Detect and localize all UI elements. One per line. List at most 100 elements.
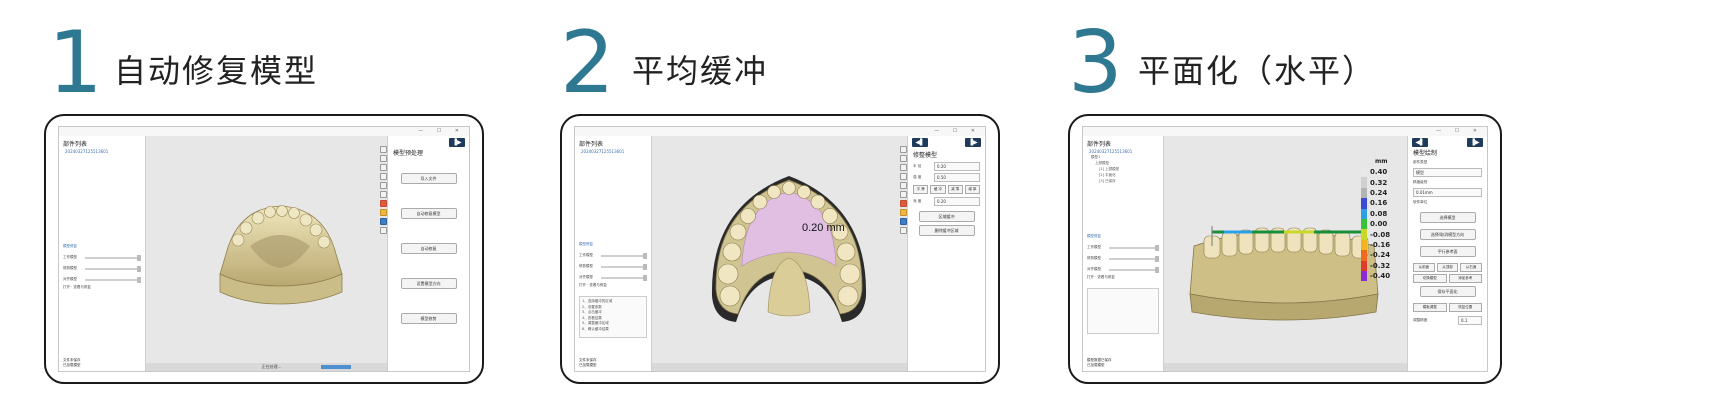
auto-repair-button[interactable]: 自动修复 [400,243,457,254]
restore-position-button[interactable]: 恢复位置 [1448,303,1482,312]
view-tool-icon[interactable] [899,164,907,171]
strength-row: 强 度 0.50 [908,172,985,183]
mode-thicken-button[interactable]: 增 厚 [964,185,980,194]
scale-swatch [1361,187,1367,199]
footer-line: 已加载模型 [63,363,81,367]
view-tool-icon[interactable] [379,155,387,162]
view-tool-icon[interactable] [379,173,387,180]
scale-entry: 0.40 [1361,167,1401,178]
parts-tree: 模型1 上颌模型 [1] 上颌模型 [2] 平面化 [3] 已保存 [1083,154,1163,184]
view-tool-icon[interactable] [899,155,907,162]
precision-select[interactable]: 0.01mm [1413,188,1482,197]
instruction-line: 6、确认缓冲结果 [582,326,609,331]
trim-model-button[interactable]: 模型修剪 [400,313,457,324]
view-tool-icon[interactable] [379,191,387,198]
view-tool-icon[interactable] [379,146,387,153]
scale-value: 0.00 [1370,220,1388,229]
adjust-precision-input[interactable]: 0.1 [1458,316,1482,325]
adjust-precision-label: 调整精度 [1413,318,1428,322]
strength-input[interactable]: 0.50 [934,173,980,182]
region-buffer-button[interactable]: 区域缓冲 [918,211,975,222]
color-tool-icon[interactable] [899,200,907,207]
light-tool-icon[interactable] [379,209,387,216]
light-tool-icon[interactable] [899,209,907,216]
slider-label: 对齐模型 [63,277,77,281]
view-front-button[interactable]: 从前面 [1413,263,1435,272]
view-tool-icon[interactable] [899,182,907,189]
scale-value: -0.16 [1370,240,1391,249]
view-right-button[interactable]: 从右面 [1460,263,1483,272]
slider[interactable]: 对齐模型 [579,272,647,283]
tree-item[interactable]: [3] 已保存 [1091,178,1155,184]
template-adjust-button[interactable]: 模板调整 [1413,303,1447,312]
slider[interactable]: 修剪模型 [1087,253,1159,264]
color-tool-icon[interactable] [379,200,387,207]
add-reference-button[interactable]: 添加参考 [1448,274,1482,283]
depth-input[interactable]: 0.20 [934,197,980,206]
view-tool-icon[interactable] [379,227,387,234]
nav-next-button[interactable]: ▐▶ [965,138,981,147]
view-tool-icon[interactable] [379,164,387,171]
scale-swatch [1361,167,1367,178]
window-controls[interactable]: — ☐ ✕ [418,128,465,134]
scale-entry: -0.32 [1361,260,1401,271]
part-type-select[interactable]: 模型 [1413,168,1482,177]
file-id[interactable]: 20240327125513601 [59,149,145,154]
status-bar [1164,363,1407,371]
scale-entry: -0.24 [1361,250,1401,261]
depth-row: 深 度 0.20 [908,196,985,207]
slider[interactable]: 修剪模型 [63,263,141,274]
3d-viewport[interactable]: mm 0.40 0.32 0.24 0.16 0.08 0.00 -0.08 -0.16 -0.… [1164,136,1407,371]
scale-value: -0.40 [1370,272,1391,281]
import-button[interactable]: 导入文件 [400,173,457,184]
dental-model-view [219,205,343,305]
scale-value: -0.32 [1370,261,1391,270]
nav-next-button[interactable]: ▐▶ [449,138,465,147]
3d-viewport[interactable]: 0.20 mm [652,136,907,371]
nav-prev-button[interactable]: ◀▌ [912,138,928,147]
slider[interactable]: 工作模型 [579,250,647,261]
select-direction-button[interactable]: 选择/取消模型方向 [1419,229,1476,240]
radius-input[interactable]: 0.20 [934,162,980,171]
section-title: 模型修复 [579,242,593,246]
slider-label: 修剪模型 [1087,256,1101,260]
mode-thin-button[interactable]: 减 薄 [947,185,963,194]
scale-value: 0.08 [1370,209,1388,218]
dental-arch-view [711,176,867,322]
scale-entry: 0.00 [1361,218,1401,230]
scale-value: -0.08 [1370,230,1391,239]
mode-buffer-button[interactable]: 缓 冲 [930,185,946,194]
parallel-reference-button[interactable]: 平行参考面 [1419,246,1476,257]
view-tool-icon[interactable] [899,191,907,198]
save-flatten-button[interactable]: 保存平面化 [1419,286,1476,297]
window-controls[interactable]: — ☐ ✕ [934,128,981,134]
mode-smooth-button[interactable]: 平 滑 [913,185,929,194]
scale-swatch [1361,218,1367,230]
depth-label: 深 度 [913,199,922,203]
file-id[interactable]: 20240327125513601 [575,149,651,154]
view-tool-icon[interactable] [899,146,907,153]
app-window: — ☐ ✕ 部件列表 20240327125513601 模型修复 工作模型 修… [574,126,986,372]
delete-buffer-region-button[interactable]: 删除缓冲区域 [918,225,975,236]
switch-model-button[interactable]: 切换模型 [1413,274,1447,283]
slider[interactable]: 对齐模型 [1087,264,1159,275]
window-controls[interactable]: — ☐ ✕ [1436,128,1483,134]
slider[interactable]: 对齐模型 [63,274,141,285]
slider[interactable]: 修剪模型 [579,261,647,272]
slider[interactable]: 工作模型 [63,252,141,263]
measure-tool-icon[interactable] [899,218,907,225]
view-tool-icon[interactable] [379,182,387,189]
select-model-button[interactable]: 选择模型 [1419,212,1476,223]
screenshot-panel-1: — ☐ ✕ 部件列表 20240327125513601 模型修复 工作模型 修… [44,114,484,384]
3d-viewport[interactable]: 正在处理... [146,136,387,371]
left-panel: 部件列表 20240327125513601 模型修复 工作模型 修剪模型 对齐… [59,136,146,371]
nav-next-button[interactable]: ▐▶ [1467,138,1483,147]
view-top-button[interactable]: 从顶部 [1436,263,1459,272]
view-tool-icon[interactable] [899,173,907,180]
slider[interactable]: 工作模型 [1087,242,1159,253]
nav-prev-button[interactable]: ◀▌ [1412,138,1428,147]
auto-repair-model-button[interactable]: 自动修复模型 [400,208,457,219]
view-tool-icon[interactable] [899,227,907,234]
measure-tool-icon[interactable] [379,218,387,225]
set-orientation-button[interactable]: 设置模型方向 [400,278,457,289]
